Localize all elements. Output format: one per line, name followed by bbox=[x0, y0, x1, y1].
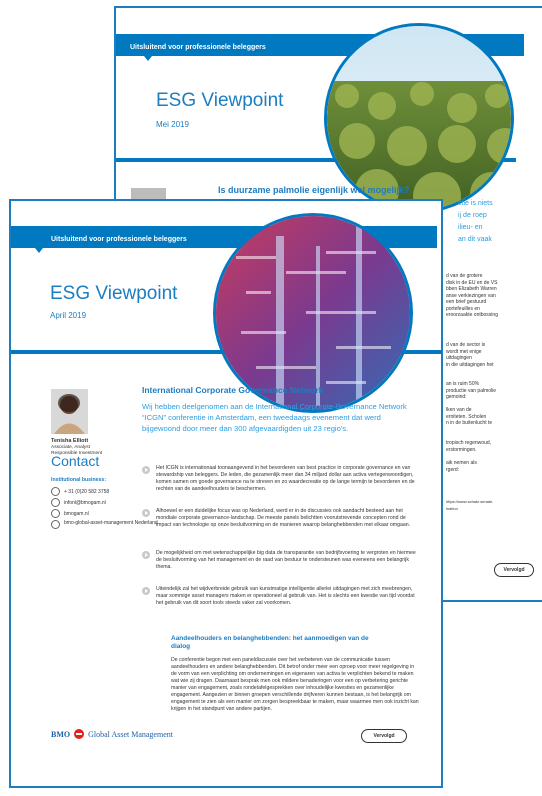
bullet-3: De mogelijkheid om met wetenschappelijke… bbox=[142, 550, 420, 571]
front-date: April 2019 bbox=[50, 311, 87, 320]
front-lead: Wij hebben deelgenomen aan de Internatio… bbox=[142, 402, 407, 433]
section2-body: De conferentie begon met een paneldiscus… bbox=[171, 657, 419, 712]
bullet-arrow-icon bbox=[142, 551, 150, 559]
back-text-block-1: d van de grotere disk in de EU en de VS … bbox=[446, 273, 498, 318]
web-icon bbox=[51, 509, 60, 518]
back-text-block-2: d van de sector is wordt met enige uitda… bbox=[446, 342, 494, 368]
bmo-logo: BMO Global Asset Management bbox=[51, 729, 173, 739]
front-band-pointer bbox=[35, 248, 43, 253]
back-text-block-4: lken van de erniteten. Scholen n in de b… bbox=[446, 407, 493, 426]
back-text-block-5: tropisch regenwoud, erstormingen. bbox=[446, 440, 492, 453]
front-data-photo bbox=[213, 213, 413, 413]
contact-web-row: bmogam.nl bbox=[51, 509, 89, 518]
contact-business-label: Institutional business: bbox=[51, 477, 107, 483]
bullet-arrow-icon bbox=[142, 509, 150, 517]
phone-icon bbox=[51, 487, 60, 496]
author-name: Tenisha Elliott bbox=[51, 438, 89, 444]
back-vervolgd-button[interactable]: Vervolgd bbox=[494, 563, 534, 577]
front-page: Uitsluitend voor professionele beleggers… bbox=[9, 199, 443, 788]
linkedin-icon bbox=[51, 520, 60, 529]
contact-phone[interactable]: + 31 (0)20 582 3758 bbox=[64, 489, 109, 495]
author-avatar bbox=[51, 389, 88, 434]
contact-phone-row: + 31 (0)20 582 3758 bbox=[51, 487, 109, 496]
section2-heading: Aandeelhouders en belanghebbenden: het a… bbox=[171, 635, 369, 650]
front-vervolgd-button[interactable]: Vervolgd bbox=[361, 729, 407, 743]
back-text-block-3: an is ruim 50% productie van palmolie ge… bbox=[446, 381, 497, 400]
front-heading: International Corporate Governance Netwo… bbox=[142, 385, 324, 395]
bullet-arrow-icon bbox=[142, 466, 150, 474]
bullet-arrow-icon bbox=[142, 587, 150, 595]
contact-heading: Contact bbox=[51, 453, 100, 469]
back-date: Mei 2019 bbox=[156, 120, 189, 129]
back-band-pointer bbox=[144, 56, 152, 61]
email-icon bbox=[51, 498, 60, 507]
bmo-logo-text: BMO bbox=[51, 729, 71, 739]
bullet-1: Het ICGN is internationaal toonaangevend… bbox=[142, 465, 420, 493]
back-title: ESG Viewpoint bbox=[156, 90, 284, 111]
back-footnote: https://www.schatz.senate. ination bbox=[446, 499, 494, 511]
contact-email-row: infonl@bmogam.nl bbox=[51, 498, 106, 507]
contact-email[interactable]: infonl@bmogam.nl bbox=[64, 500, 106, 506]
gam-logo-text: Global Asset Management bbox=[88, 729, 173, 739]
bullet-4: Uiteindelijk zal het wijdverbreide gebru… bbox=[142, 586, 420, 607]
bmo-roundel-icon bbox=[74, 729, 85, 739]
back-heading: Is duurzame palmolie eigenlijk wel mogel… bbox=[218, 185, 410, 195]
contact-web[interactable]: bmogam.nl bbox=[64, 511, 89, 517]
back-text-block-6: aik nemen als rgerd: bbox=[446, 460, 477, 473]
front-title: ESG Viewpoint bbox=[50, 283, 178, 304]
bullet-2: Alhoewel er een duidelijke focus was op … bbox=[142, 508, 420, 529]
back-lead-fragments: ctie is niets ij de roep ilieu- en an di… bbox=[458, 200, 493, 243]
